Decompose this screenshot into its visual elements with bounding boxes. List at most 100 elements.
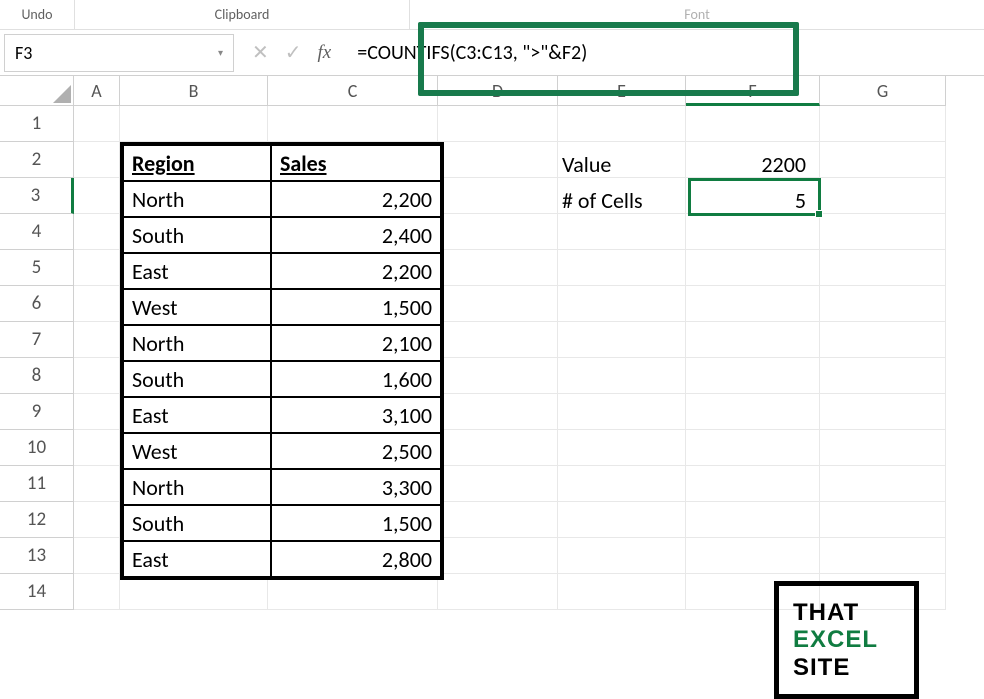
cell-sales[interactable]: 3,300 (271, 469, 441, 505)
cell-sales[interactable]: 2,200 (271, 181, 441, 217)
cell[interactable] (438, 322, 558, 358)
table-header-region[interactable]: Region (123, 145, 271, 181)
cell-sales[interactable]: 3,100 (271, 397, 441, 433)
cell[interactable] (74, 286, 120, 322)
summary-value-label[interactable]: Value (562, 151, 690, 178)
cell[interactable] (558, 286, 686, 322)
col-header-A[interactable]: A (74, 76, 120, 106)
col-header-C[interactable]: C (268, 76, 438, 106)
row-header-1[interactable]: 1 (0, 106, 74, 142)
cell[interactable] (438, 574, 558, 610)
cell[interactable] (558, 106, 686, 142)
chevron-down-icon[interactable]: ▾ (218, 46, 223, 59)
cell[interactable] (686, 322, 820, 358)
row-header-4[interactable]: 4 (0, 214, 74, 250)
row-header-3[interactable]: 3 (0, 178, 74, 214)
cell[interactable] (686, 106, 820, 142)
cell[interactable] (438, 538, 558, 574)
cell[interactable] (558, 466, 686, 502)
cell[interactable] (686, 502, 820, 538)
cell[interactable] (438, 358, 558, 394)
cell[interactable] (820, 466, 946, 502)
cell[interactable] (558, 358, 686, 394)
cell[interactable] (74, 250, 120, 286)
cell[interactable] (820, 214, 946, 250)
cell[interactable] (74, 322, 120, 358)
summary-cells[interactable]: 5 (690, 187, 818, 214)
cell[interactable] (74, 358, 120, 394)
cell[interactable] (74, 394, 120, 430)
cell[interactable] (820, 358, 946, 394)
row-header-14[interactable]: 14 (0, 574, 74, 610)
row-header-2[interactable]: 2 (0, 142, 74, 178)
cell-sales[interactable]: 1,500 (271, 289, 441, 325)
formula-input[interactable]: =COUNTIFS(C3:C13, ">"&F2) (345, 34, 984, 72)
cell[interactable] (820, 502, 946, 538)
cell[interactable] (558, 574, 686, 610)
cell[interactable] (438, 142, 558, 178)
row-header-5[interactable]: 5 (0, 250, 74, 286)
cell[interactable] (120, 106, 268, 142)
cell[interactable] (558, 538, 686, 574)
cell[interactable] (438, 178, 558, 214)
row-header-9[interactable]: 9 (0, 394, 74, 430)
cell[interactable] (558, 322, 686, 358)
cell[interactable] (558, 502, 686, 538)
fx-icon[interactable]: fx (318, 42, 332, 64)
row-header-12[interactable]: 12 (0, 502, 74, 538)
cell[interactable] (686, 430, 820, 466)
row-header-6[interactable]: 6 (0, 286, 74, 322)
select-all-corner[interactable] (0, 76, 74, 106)
row-header-13[interactable]: 13 (0, 538, 74, 574)
cell-region[interactable]: West (123, 289, 271, 325)
cell[interactable] (820, 178, 946, 214)
cell-sales[interactable]: 2,800 (271, 541, 441, 577)
summary-cells-label[interactable]: # of Cells (562, 187, 690, 214)
col-header-G[interactable]: G (820, 76, 946, 106)
cell[interactable] (438, 286, 558, 322)
cell[interactable] (74, 178, 120, 214)
cell[interactable] (268, 106, 438, 142)
name-box[interactable]: F3 ▾ (4, 34, 234, 72)
cell[interactable] (820, 430, 946, 466)
cell[interactable] (558, 430, 686, 466)
cell[interactable] (686, 466, 820, 502)
table-header-sales[interactable]: Sales (271, 145, 441, 181)
cell[interactable] (558, 214, 686, 250)
cell-region[interactable]: South (123, 361, 271, 397)
row-header-10[interactable]: 10 (0, 430, 74, 466)
cell[interactable] (820, 250, 946, 286)
row-header-8[interactable]: 8 (0, 358, 74, 394)
cancel-icon[interactable]: ✕ (252, 40, 269, 65)
cell[interactable] (74, 538, 120, 574)
cell-region[interactable]: South (123, 505, 271, 541)
enter-icon[interactable]: ✓ (285, 40, 302, 65)
cell[interactable] (438, 502, 558, 538)
cell[interactable] (686, 250, 820, 286)
cell-region[interactable]: East (123, 541, 271, 577)
cell[interactable] (686, 538, 820, 574)
cell-region[interactable]: South (123, 217, 271, 253)
cell[interactable] (820, 538, 946, 574)
cell-sales[interactable]: 1,600 (271, 361, 441, 397)
cell[interactable] (558, 250, 686, 286)
cell[interactable] (686, 394, 820, 430)
cell-sales[interactable]: 2,400 (271, 217, 441, 253)
cell[interactable] (438, 394, 558, 430)
cell[interactable] (820, 142, 946, 178)
cell[interactable] (74, 466, 120, 502)
cell-region[interactable]: North (123, 469, 271, 505)
cell[interactable] (74, 502, 120, 538)
cell[interactable] (686, 286, 820, 322)
cell-region[interactable]: East (123, 253, 271, 289)
cell[interactable] (74, 574, 120, 610)
cell-sales[interactable]: 2,200 (271, 253, 441, 289)
cell[interactable] (74, 142, 120, 178)
row-header-11[interactable]: 11 (0, 466, 74, 502)
cell[interactable] (438, 466, 558, 502)
cell[interactable] (820, 394, 946, 430)
cell-sales[interactable]: 2,100 (271, 325, 441, 361)
col-header-E[interactable]: E (558, 76, 686, 106)
cell[interactable] (74, 430, 120, 466)
cell[interactable] (438, 430, 558, 466)
